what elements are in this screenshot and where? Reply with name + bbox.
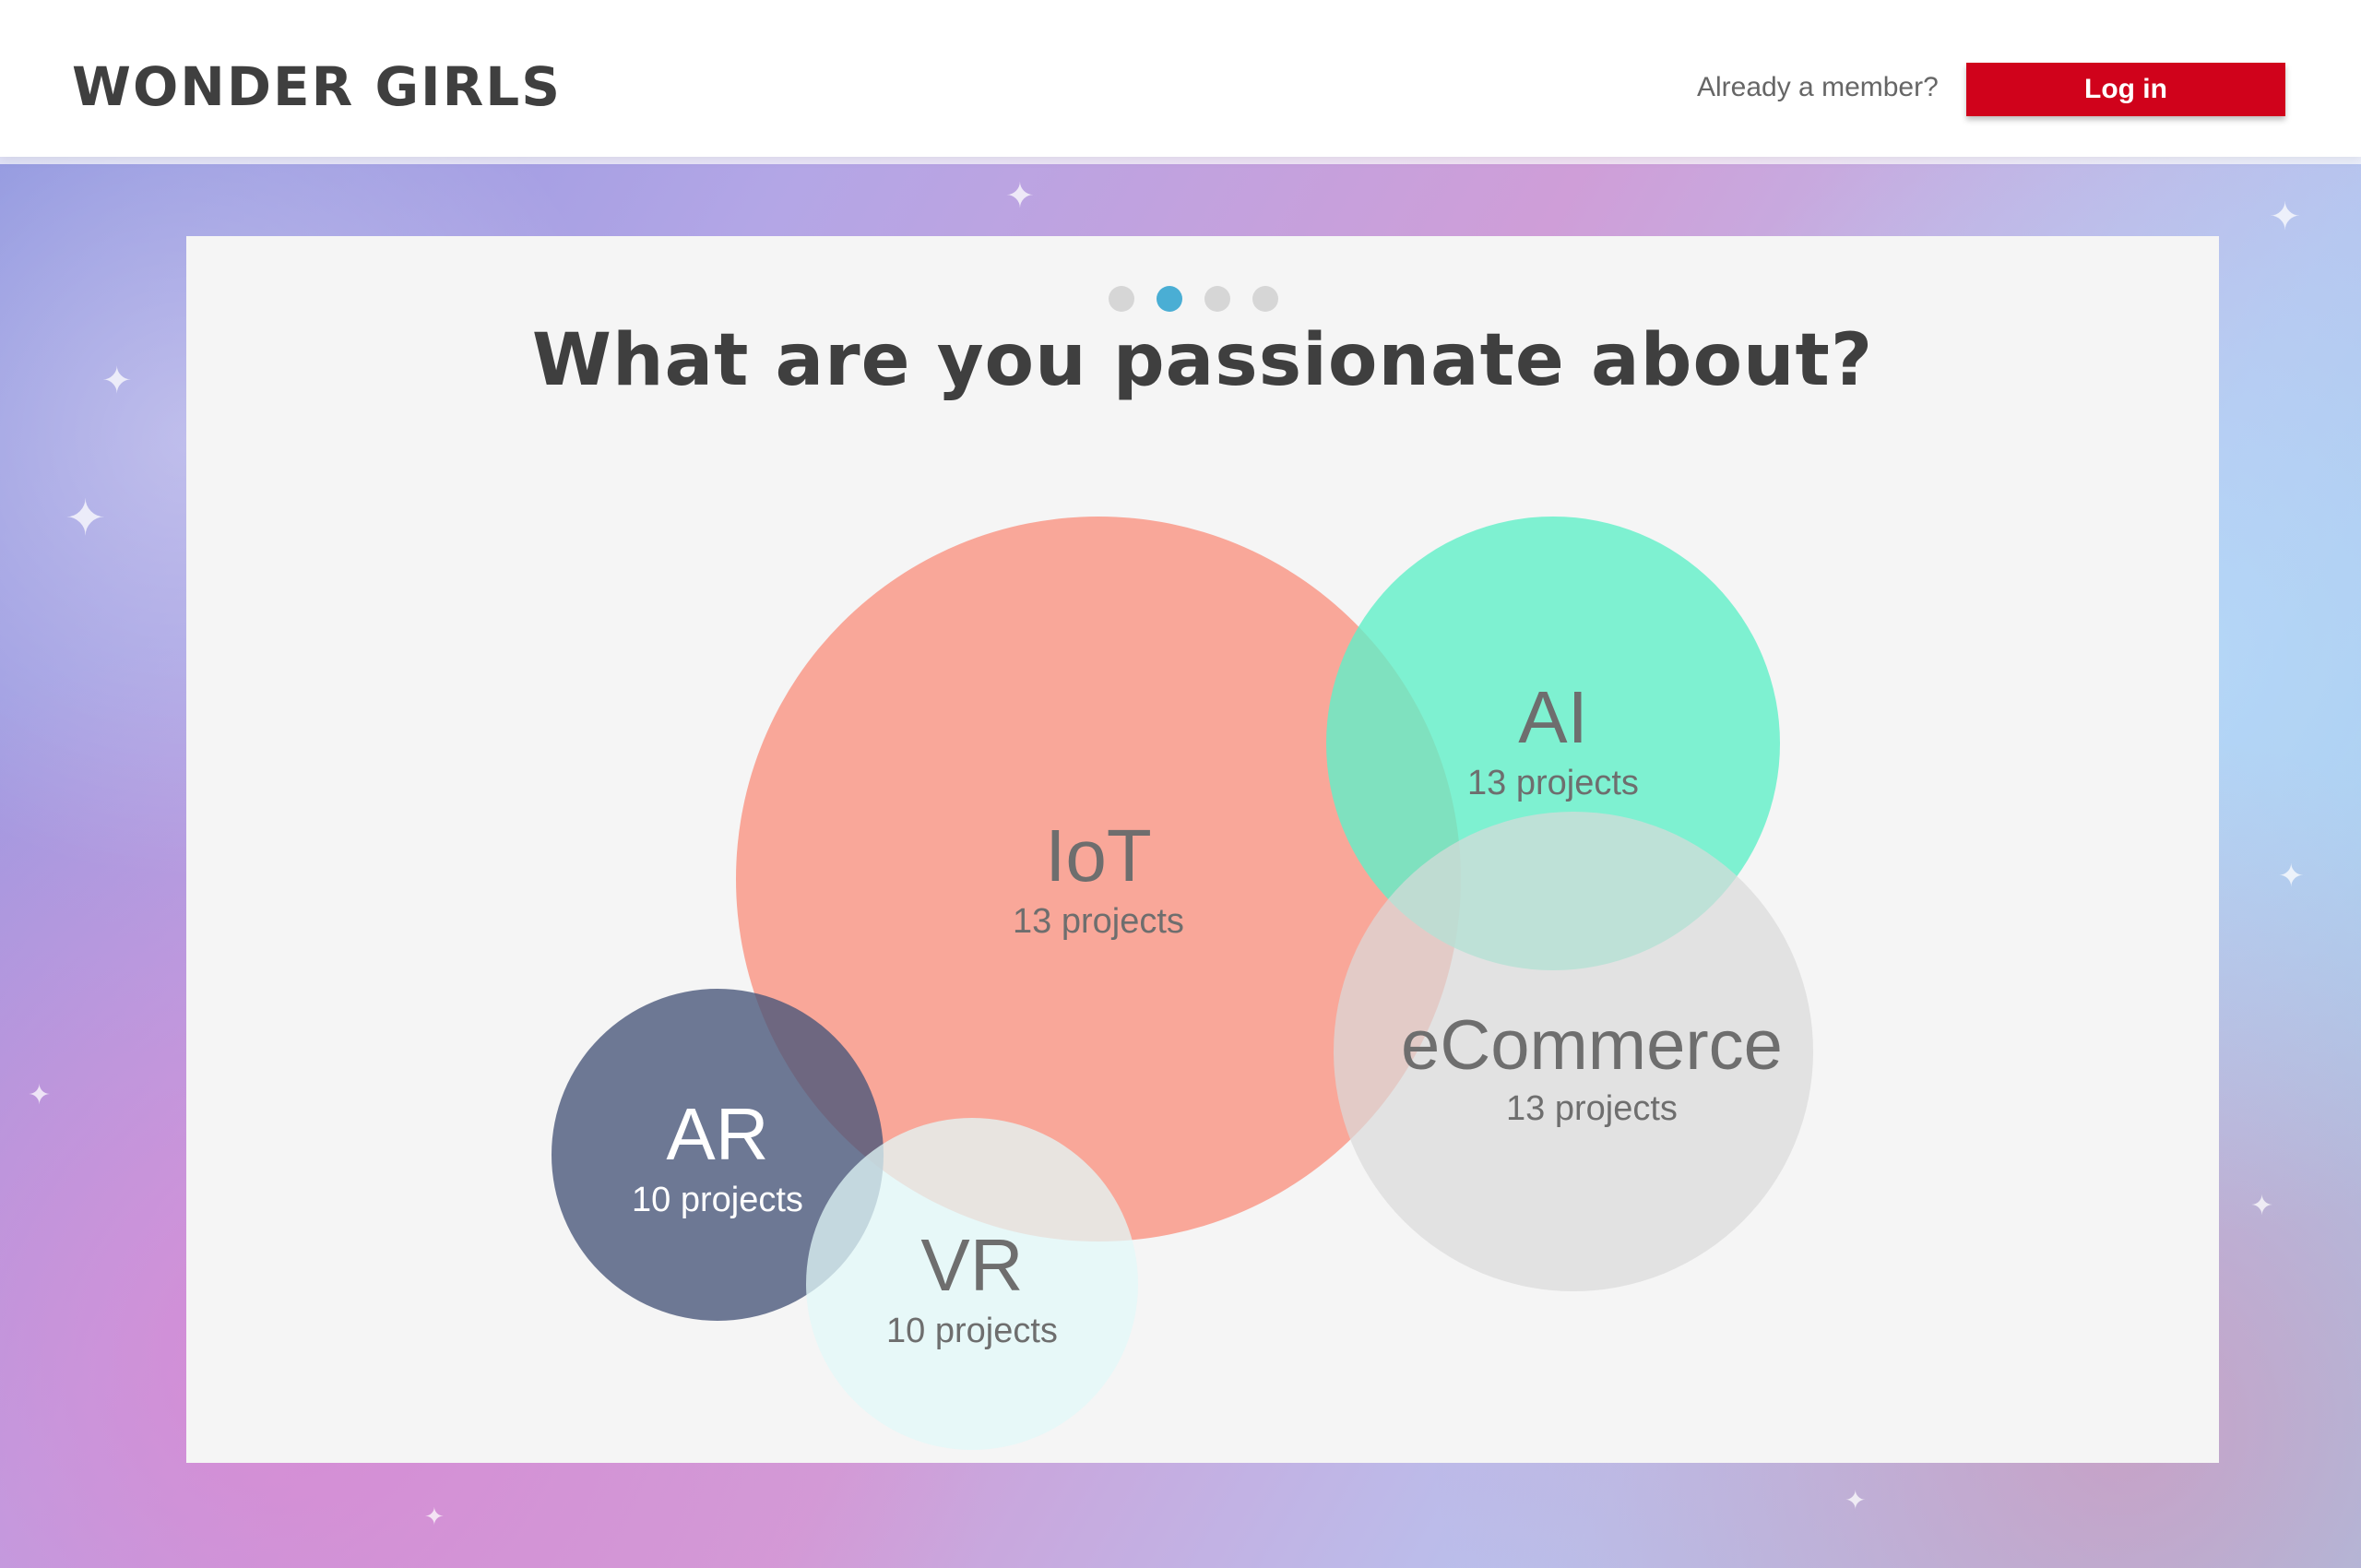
- topic-bubble-ecommerce[interactable]: [1334, 812, 1813, 1291]
- sparkle-icon: ✦: [65, 489, 107, 547]
- step-dot-2[interactable]: [1157, 286, 1182, 312]
- sparkle-icon: ✦: [424, 1503, 445, 1531]
- sparkle-icon: ✦: [1845, 1485, 1867, 1515]
- brand-logo[interactable]: WONDER GIRLS: [72, 55, 562, 118]
- member-prompt: Already a member?: [1697, 72, 1939, 102]
- sparkle-icon: ✦: [2278, 858, 2305, 895]
- sparkle-icon: ✦: [28, 1079, 52, 1111]
- sparkle-icon: ✦: [1005, 175, 1035, 216]
- page-title: What are you passionate about?: [531, 319, 1874, 402]
- hero-divider: [0, 157, 2361, 164]
- sparkle-icon: ✦: [101, 360, 133, 402]
- step-indicator: [1109, 286, 1278, 312]
- top-nav: WONDER GIRLS Already a member? Log in: [0, 0, 2361, 157]
- step-dot-4[interactable]: [1252, 286, 1278, 312]
- onboarding-card: What are you passionate about? IoT 13 pr…: [186, 236, 2219, 1463]
- step-dot-1[interactable]: [1109, 286, 1134, 312]
- step-dot-3[interactable]: [1204, 286, 1230, 312]
- sparkle-icon: ✦: [2269, 194, 2302, 239]
- sparkle-icon: ✦: [2250, 1190, 2274, 1222]
- login-button[interactable]: Log in: [1966, 63, 2285, 116]
- topic-bubble-vr[interactable]: [806, 1118, 1138, 1450]
